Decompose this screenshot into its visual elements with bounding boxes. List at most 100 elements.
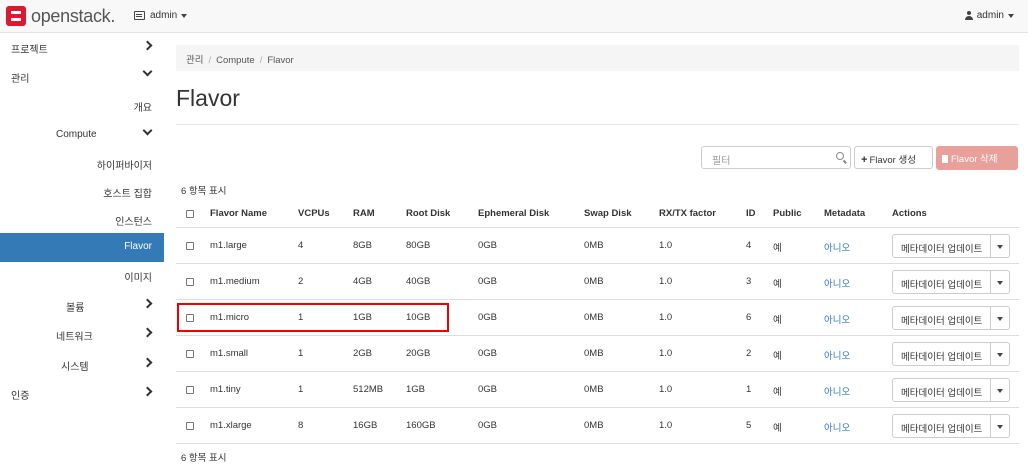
sidebar-item-images[interactable]: 이미지 [0, 261, 164, 290]
header-swap-disk[interactable]: Swap Disk [584, 208, 632, 219]
filter-input[interactable]: 필터 [701, 146, 851, 169]
cell-root-disk: 20GB [406, 348, 431, 359]
user-label: admin [976, 10, 1004, 21]
row-actions: 메타데이터 업데이트 [892, 378, 1011, 402]
breadcrumb-item-compute[interactable]: Compute [216, 55, 255, 66]
header-ephemeral-disk[interactable]: Ephemeral Disk [478, 208, 549, 219]
create-flavor-button[interactable]: + Flavor 생성 [854, 146, 933, 169]
cell-ephemeral-disk: 0GB [478, 276, 498, 287]
row-checkbox[interactable] [186, 422, 194, 430]
project-menu[interactable]: admin [134, 10, 188, 21]
update-metadata-button[interactable]: 메타데이터 업데이트 [892, 234, 992, 258]
header-rxtx-factor[interactable]: RX/TX factor [659, 208, 716, 219]
sidebar-item-network[interactable]: 네트워크 [0, 320, 164, 349]
row-checkbox[interactable] [186, 242, 194, 250]
cell-ephemeral-disk: 0GB [478, 348, 498, 359]
user-menu[interactable]: admin [964, 10, 1014, 21]
header-ram[interactable]: RAM [353, 208, 375, 219]
highlight-box [177, 303, 449, 332]
chevron-right-icon [142, 357, 153, 368]
table-row: m1.tiny 1 512MB 1GB 0GB 0MB 1.0 1 예 아니오 메타데이터 업데이트 [176, 371, 1019, 407]
row-checkbox[interactable] [186, 350, 194, 358]
row-actions: 메타데이터 업데이트 [892, 234, 1011, 258]
update-metadata-button[interactable]: 메타데이터 업데이트 [892, 306, 992, 330]
sidebar-item-host-aggregates[interactable]: 호스트 집합 [0, 177, 164, 206]
sidebar-item-compute[interactable]: Compute [0, 121, 164, 150]
update-metadata-button[interactable]: 메타데이터 업데이트 [892, 270, 992, 294]
select-all-checkbox[interactable] [186, 210, 194, 218]
row-checkbox[interactable] [186, 386, 194, 394]
table-row: m1.xlarge 8 16GB 160GB 0GB 0MB 1.0 5 예 아니오 메타데이터 업… [176, 407, 1019, 443]
search-icon[interactable] [836, 152, 844, 160]
actions-dropdown-toggle[interactable] [991, 270, 1011, 294]
actions-dropdown-toggle[interactable] [991, 342, 1011, 366]
caret-down-icon [997, 389, 1004, 393]
delete-flavor-button[interactable]: Flavor 삭제 [936, 146, 1018, 170]
update-metadata-button[interactable]: 메타데이터 업데이트 [892, 342, 992, 366]
sidebar-item-instances[interactable]: 인스턴스 [0, 205, 164, 234]
header-actions: Actions [892, 208, 927, 219]
table-row: m1.medium 2 4GB 40GB 0GB 0MB 1.0 3 예 아니오 메타데이터 업데이… [176, 263, 1019, 299]
actions-dropdown-toggle[interactable] [991, 378, 1011, 402]
sidebar-item-label: Flavor [124, 241, 152, 252]
cell-swap-disk: 0MB [584, 420, 604, 431]
update-metadata-button[interactable]: 메타데이터 업데이트 [892, 378, 992, 402]
sidebar-item-identity[interactable]: 인증 [0, 379, 164, 408]
sidebar-item-flavor[interactable]: Flavor [0, 233, 164, 262]
sidebar-item-label: 시스템 [61, 362, 89, 373]
header-root-disk[interactable]: Root Disk [406, 208, 450, 219]
sidebar-item-label: 하이퍼바이저 [96, 161, 152, 172]
row-actions: 메타데이터 업데이트 [892, 342, 1011, 366]
cell-rxtx-factor: 1.0 [659, 384, 673, 395]
sidebar-item-overview[interactable]: 개요 [0, 91, 164, 120]
cell-metadata[interactable]: 아니오 [824, 420, 850, 434]
chevron-down-icon [142, 66, 153, 77]
caret-down-icon [997, 425, 1004, 429]
sidebar-item-hypervisors[interactable]: 하이퍼바이저 [0, 149, 164, 178]
cell-ephemeral-disk: 0GB [478, 240, 498, 251]
cell-ephemeral-disk: 0GB [478, 420, 498, 431]
cell-swap-disk: 0MB [584, 312, 604, 323]
brand-logo[interactable]: openstack. [6, 6, 115, 26]
sidebar-item-project[interactable]: 프로젝트 [0, 33, 164, 62]
actions-dropdown-toggle[interactable] [991, 306, 1011, 330]
sidebar-item-label: 관리 [11, 74, 30, 85]
cell-metadata[interactable]: 아니오 [824, 312, 850, 326]
cell-vcpus: 1 [298, 384, 304, 395]
delete-flavor-label: Flavor 삭제 [951, 154, 998, 165]
sidebar-item-label: 인증 [11, 391, 30, 402]
header-flavor-name[interactable]: Flavor Name [210, 208, 267, 219]
cell-swap-disk: 0MB [584, 276, 604, 287]
sidebar-item-system[interactable]: 시스템 [0, 350, 164, 379]
cell-vcpus: 1 [298, 348, 304, 359]
header-metadata[interactable]: Metadata [824, 208, 865, 219]
cell-rxtx-factor: 1.0 [659, 276, 673, 287]
top-navbar: openstack. admin admin [0, 0, 1028, 33]
main-content: 관리 / Compute / Flavor Flavor 필터 + Flavor 생성 F… [174, 33, 1020, 470]
header-vcpus[interactable]: VCPUs [298, 208, 330, 219]
cell-rxtx-factor: 1.0 [659, 348, 673, 359]
update-metadata-button[interactable]: 메타데이터 업데이트 [892, 414, 992, 438]
sidebar-item-label: Compute [56, 129, 97, 140]
actions-dropdown-toggle[interactable] [991, 414, 1011, 438]
header-public[interactable]: Public [773, 208, 802, 219]
actions-dropdown-toggle[interactable] [991, 234, 1011, 258]
breadcrumb-item-admin[interactable]: 관리 [186, 55, 203, 66]
cell-metadata[interactable]: 아니오 [824, 348, 850, 362]
brand-name: openstack. [31, 5, 116, 26]
project-icon [134, 11, 145, 20]
row-checkbox[interactable] [186, 278, 194, 286]
table-header-row: Flavor Name VCPUs RAM Root Disk Ephemera… [176, 202, 1019, 227]
header-id[interactable]: ID [746, 208, 756, 219]
cell-metadata[interactable]: 아니오 [824, 384, 850, 398]
sidebar-item-admin[interactable]: 관리 [0, 62, 164, 91]
table-bottom-border [176, 443, 1019, 444]
cell-metadata[interactable]: 아니오 [824, 276, 850, 290]
cell-public: 예 [773, 279, 782, 290]
user-icon [964, 11, 973, 20]
cell-metadata[interactable]: 아니오 [824, 240, 850, 254]
cell-public: 예 [773, 387, 782, 398]
sidebar-item-volumes[interactable]: 볼륨 [0, 291, 164, 320]
cell-rxtx-factor: 1.0 [659, 240, 673, 251]
sidebar-item-label: 호스트 집합 [103, 189, 152, 200]
